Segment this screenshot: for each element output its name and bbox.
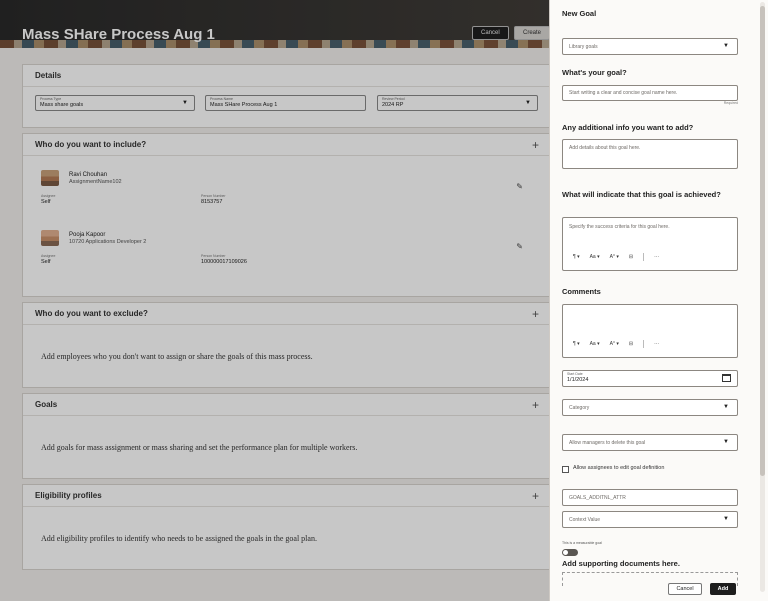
allow-delete-select[interactable]: Allow managers to delete this goal ▼	[562, 434, 738, 451]
chevron-down-icon: ▼	[723, 439, 729, 445]
text-color-icon[interactable]: A° ▾	[610, 254, 619, 260]
font-size-icon[interactable]: Aa ▾	[590, 341, 600, 347]
library-goals-placeholder: Library goals	[569, 44, 598, 50]
category-select[interactable]: Category ▼	[562, 399, 738, 416]
library-goals-select[interactable]: Library goals ▼	[562, 38, 738, 55]
comments-heading: Comments	[562, 287, 601, 296]
additional-info-placeholder: Add details about this goal here.	[569, 145, 641, 151]
additional-attr-placeholder: GOALS_ADDITNL_ATTR	[569, 495, 626, 501]
start-date-label: Start Date	[567, 372, 583, 376]
chevron-down-icon: ▼	[723, 43, 729, 49]
more-icon[interactable]: ···	[654, 254, 659, 260]
panel-add-button[interactable]: Add	[710, 583, 736, 595]
font-size-icon[interactable]: Aa ▾	[590, 254, 600, 260]
list-icon[interactable]: ⊟	[629, 341, 633, 347]
paragraph-icon[interactable]: ¶ ▾	[573, 341, 580, 347]
additional-attr-input[interactable]: GOALS_ADDITNL_ATTR	[562, 489, 738, 506]
measurable-goal-label: This is a measurable goal	[562, 541, 602, 545]
context-value-select[interactable]: Context Value ▼	[562, 511, 738, 528]
required-label: Required	[723, 101, 738, 105]
rich-text-toolbar: ¶ ▾ Aa ▾ A° ▾ ⊟ ···	[573, 340, 659, 348]
allow-edit-label: Allow assignees to edit goal definition	[573, 465, 665, 471]
goal-heading: What's your goal?	[562, 68, 627, 77]
success-criteria-placeholder: Specify the success criteria for this go…	[569, 224, 670, 230]
calendar-icon[interactable]	[722, 374, 731, 382]
additional-info-heading: Any additional info you want to add?	[562, 123, 694, 132]
goal-name-input[interactable]: Start writing a clear and concise goal n…	[562, 85, 738, 101]
allow-edit-checkbox[interactable]	[562, 466, 569, 473]
text-color-icon[interactable]: A° ▾	[610, 341, 619, 347]
list-icon[interactable]: ⊟	[629, 254, 633, 260]
start-date-field[interactable]: Start Date 1/1/2024	[562, 370, 738, 387]
new-goal-panel: New Goal Library goals ▼ What's your goa…	[549, 0, 768, 601]
panel-title: New Goal	[562, 9, 597, 18]
supporting-docs-heading: Add supporting documents here.	[562, 559, 680, 568]
allow-delete-placeholder: Allow managers to delete this goal	[569, 440, 646, 446]
comments-editor[interactable]: ¶ ▾ Aa ▾ A° ▾ ⊟ ···	[562, 304, 738, 358]
success-criteria-heading: What will indicate that this goal is ach…	[562, 190, 721, 199]
panel-cancel-button[interactable]: Cancel	[668, 583, 702, 595]
category-placeholder: Category	[569, 405, 590, 411]
start-date-value: 1/1/2024	[567, 377, 589, 383]
scrollbar-thumb[interactable]	[760, 6, 765, 476]
modal-scrim[interactable]	[0, 0, 549, 601]
context-value-placeholder: Context Value	[569, 517, 601, 523]
success-criteria-editor[interactable]: Specify the success criteria for this go…	[562, 217, 738, 271]
rich-text-toolbar: ¶ ▾ Aa ▾ A° ▾ ⊟ ···	[573, 253, 659, 261]
measurable-goal-toggle[interactable]	[562, 549, 578, 556]
chevron-down-icon: ▼	[723, 516, 729, 522]
toggle-knob	[563, 550, 568, 555]
goal-name-placeholder: Start writing a clear and concise goal n…	[569, 90, 678, 96]
chevron-down-icon: ▼	[723, 404, 729, 410]
paragraph-icon[interactable]: ¶ ▾	[573, 254, 580, 260]
additional-info-textarea[interactable]: Add details about this goal here.	[562, 139, 738, 169]
panel-scrollbar[interactable]	[760, 2, 765, 592]
more-icon[interactable]: ···	[654, 341, 659, 347]
